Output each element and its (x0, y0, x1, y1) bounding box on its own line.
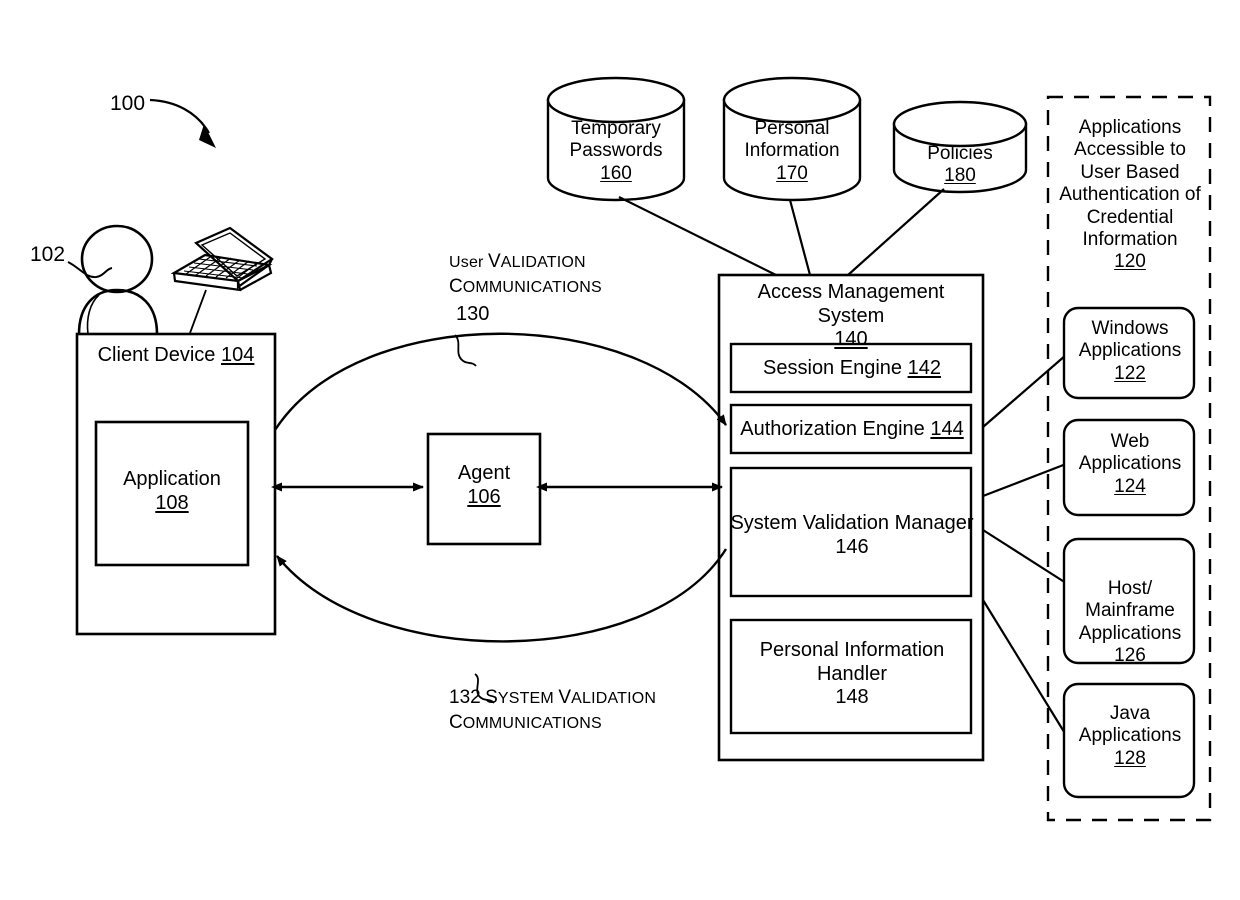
web-applications-line2: Applications (1078, 453, 1182, 475)
ams-ref: 140 (834, 328, 868, 351)
svc-second-word-initial: V (558, 687, 572, 708)
user-validation-communications-ref: 130 (456, 303, 490, 325)
user-figure-icon (77, 224, 159, 335)
applications-group-title-text: Applications Accessible to User Based Au… (1059, 117, 1201, 251)
temporary-passwords-ref: 160 (600, 162, 632, 184)
figure-number: 100 (110, 92, 146, 115)
agent-ref: 106 (467, 485, 501, 508)
session-engine-label: Session Engine 142 (733, 357, 971, 381)
java-applications-ref: 128 (1114, 747, 1146, 769)
svc-third-word-initial: C (449, 711, 463, 733)
svc-third-word: OMMUNICATIONS (462, 714, 602, 732)
host-applications-line1: Host/ (1107, 578, 1153, 599)
temporary-passwords-line1: Temporary (571, 118, 661, 139)
windows-applications-line1: Windows (1091, 318, 1169, 339)
personal-information-ref: 170 (776, 162, 808, 184)
temporary-passwords-line2: Passwords (569, 140, 663, 162)
uvc-first-word: User (449, 254, 484, 271)
authorization-engine-ref: 144 (930, 418, 964, 440)
system-validation-communications-arrow (276, 548, 728, 704)
temporary-passwords-label: Temporary Passwords 160 (548, 118, 684, 185)
system-validation-communications-label: 132 SYSTEM VALIDATION COMMUNICATIONS (449, 686, 769, 735)
ams-title-text: Access Management System (757, 281, 945, 327)
client-device-label: Client Device (97, 344, 221, 366)
system-validation-manager-ref: 146 (835, 535, 869, 558)
svc-ref: 132 (449, 687, 481, 708)
user-validation-communications-label: User VALIDATION COMMUNICATIONS (449, 250, 749, 299)
user-ref-leader (67, 261, 113, 279)
system-validation-manager-label: System Validation Manager 146 (727, 512, 977, 559)
session-engine-text: Session Engine (763, 357, 908, 379)
web-applications-line1: Web (1110, 431, 1150, 452)
web-applications-label: Web Applications 124 (1066, 431, 1194, 498)
svc-second-word: ALIDATION (571, 690, 657, 707)
uvc-third-word: OMMUNICATIONS (462, 278, 602, 296)
personal-information-handler-line2: Handler (816, 662, 888, 685)
policies-ref: 180 (944, 165, 976, 187)
authorization-engine-text: Authorization Engine (740, 418, 931, 440)
host-applications-line2: Mainframe (1085, 600, 1175, 622)
user-validation-communications-arrow (273, 332, 727, 431)
session-engine-ref: 142 (907, 357, 941, 379)
windows-applications-ref: 122 (1114, 362, 1146, 384)
user-reference-number: 102 (30, 243, 66, 266)
uvc-second-word: ALIDATION (500, 254, 586, 271)
svc-first-word-initial: S (485, 687, 498, 708)
policies-store-label: Policies 180 (895, 143, 1025, 188)
host-mainframe-applications-label: Host/ Mainframe Applications 126 (1066, 578, 1194, 668)
client-device-title: Client Device 104 (77, 344, 275, 368)
application-name: Application (123, 468, 221, 490)
windows-applications-label: Windows Applications 122 (1066, 318, 1194, 385)
windows-applications-line2: Applications (1078, 340, 1182, 362)
java-applications-label: Java Applications 128 (1066, 703, 1194, 770)
web-applications-ref: 124 (1114, 475, 1146, 497)
client-device-ref: 104 (221, 344, 255, 366)
policies-line1: Policies (927, 143, 993, 164)
application-ref: 108 (155, 491, 189, 514)
agent-label: Agent 106 (428, 462, 540, 509)
patent-figure: 100 102 Client Device 104 Application 10… (0, 0, 1240, 900)
java-applications-line2: Applications (1078, 725, 1182, 747)
applications-group-ref: 120 (1114, 251, 1146, 273)
figure-number-leader (149, 98, 216, 148)
uvc-third-word-initial: C (449, 275, 463, 297)
application-connectors (982, 354, 1067, 736)
personal-information-line1: Personal (754, 118, 830, 139)
laptop-icon (170, 226, 274, 334)
svc-first-word: YSTEM (497, 690, 554, 707)
authorization-engine-label: Authorization Engine 144 (733, 418, 971, 442)
applications-group-title: Applications Accessible to User Based Au… (1052, 117, 1208, 274)
personal-information-handler-line1: Personal Information (759, 639, 945, 661)
personal-information-line2: Information (744, 140, 840, 162)
access-management-system-title: Access Management System 140 (722, 281, 980, 352)
application-label: Application 108 (96, 468, 248, 515)
uvc-second-word-initial: V (488, 251, 501, 272)
personal-information-store-label: Personal Information 170 (723, 118, 861, 185)
java-applications-line1: Java (1109, 703, 1151, 724)
system-validation-manager-text: System Validation Manager (730, 512, 974, 534)
agent-name: Agent (457, 462, 511, 484)
host-applications-ref: 126 (1114, 645, 1146, 667)
personal-information-handler-ref: 148 (835, 686, 869, 709)
host-applications-line3: Applications (1078, 622, 1182, 644)
